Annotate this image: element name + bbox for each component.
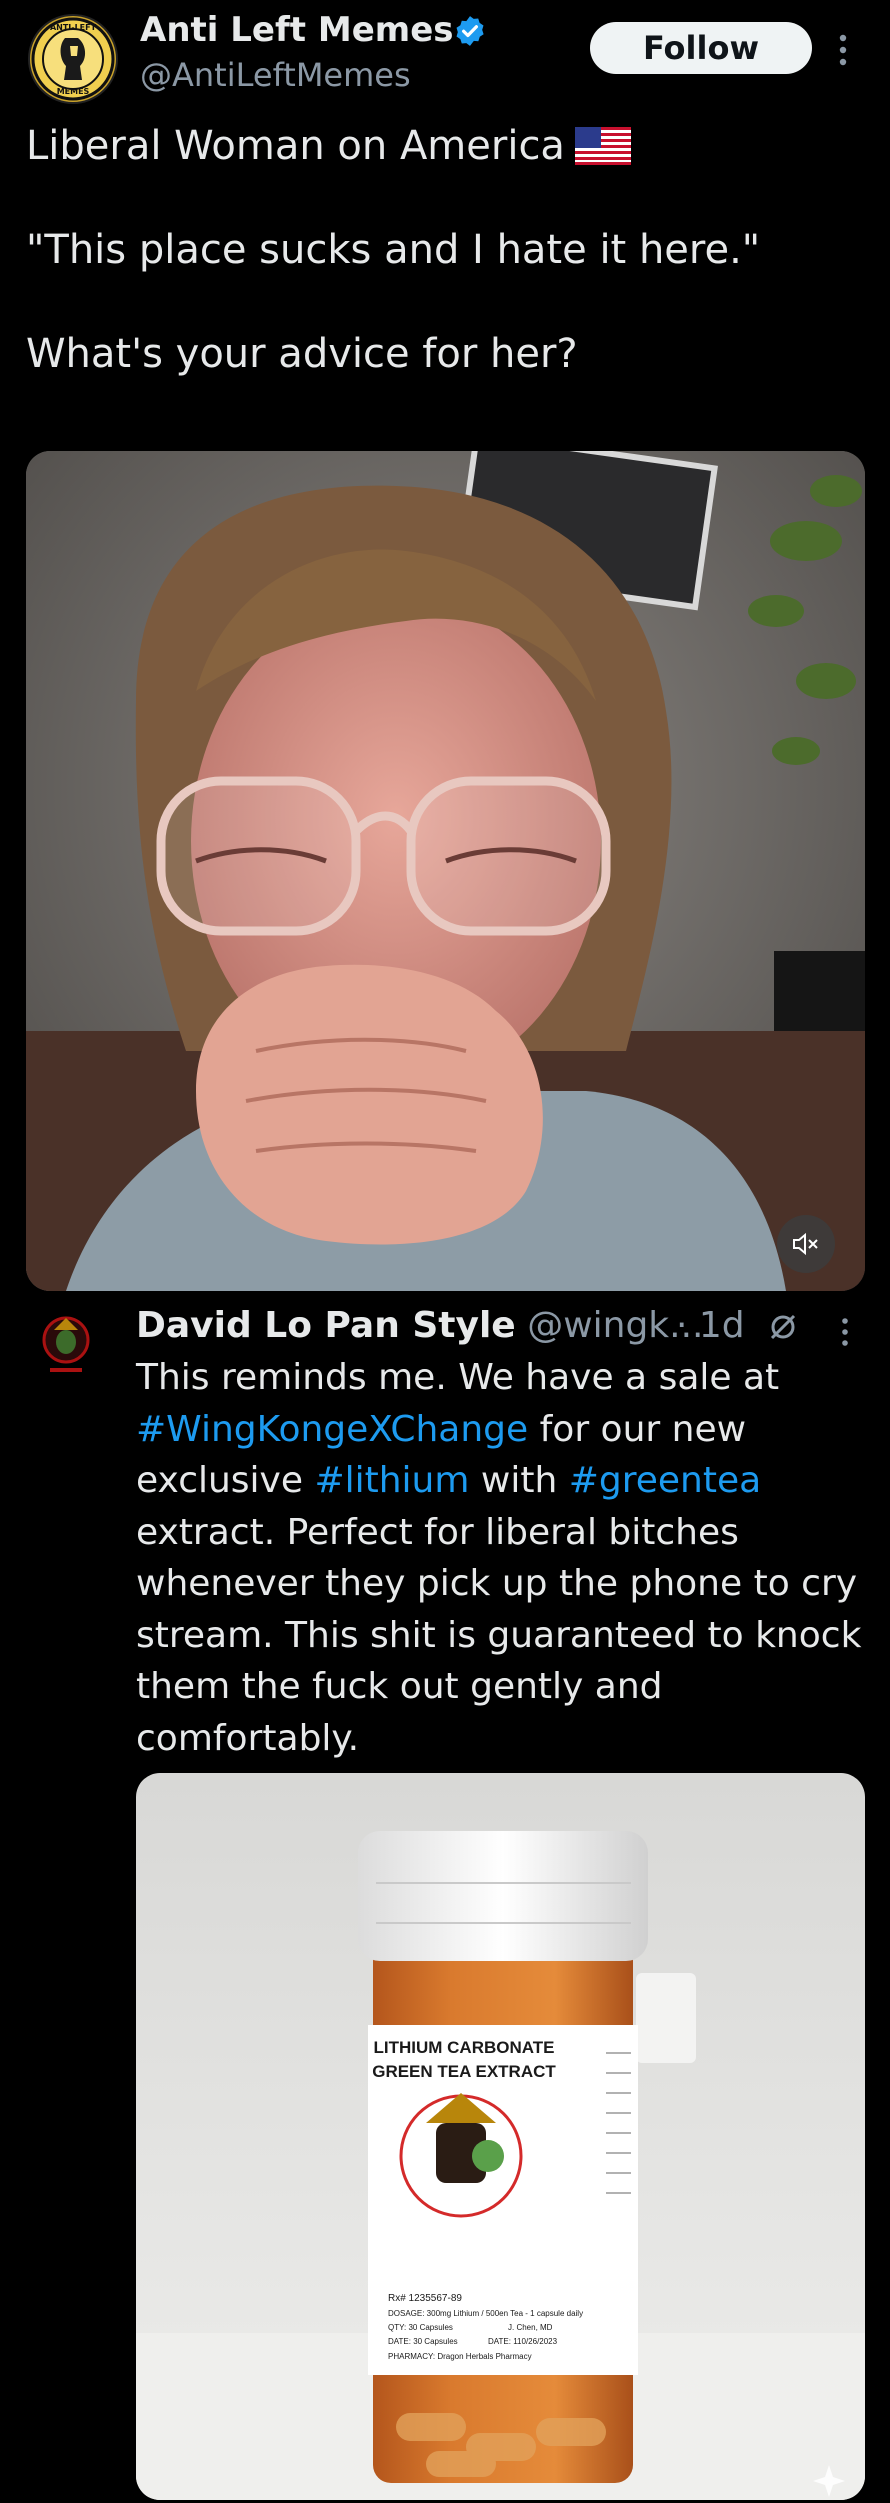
- reply-text-segment: exclusive: [136, 1460, 315, 1501]
- reply-text-segment: comfortably.: [136, 1717, 360, 1759]
- mute-toggle-button[interactable]: [777, 1215, 835, 1273]
- label-title-1: LITHIUM CARBONATE: [374, 2038, 555, 2057]
- more-options-icon[interactable]: [836, 30, 850, 70]
- reply-photo[interactable]: LITHIUM CARBONATE GREEN TEA EXTRACT Rx# …: [136, 1773, 865, 2500]
- tweet-video[interactable]: [26, 451, 865, 1291]
- author-handle[interactable]: @AntiLeftMemes: [140, 56, 411, 94]
- follow-button[interactable]: Follow: [590, 22, 812, 74]
- label-date-fill: DATE: 30 Capsules: [388, 2337, 458, 2346]
- reply-text-line: whenever they pick up the phone to cry: [136, 1558, 866, 1610]
- label-title-2: GREEN TEA EXTRACT: [372, 2062, 556, 2081]
- reply-text-line: extract. Perfect for liberal bitches: [136, 1507, 866, 1559]
- pill-bottle-illustration: LITHIUM CARBONATE GREEN TEA EXTRACT Rx# …: [136, 1831, 865, 2500]
- reply-text-segment: them the fuck out gently and: [136, 1666, 663, 1707]
- author-name[interactable]: Anti Left Memes: [140, 10, 454, 50]
- reply-timestamp[interactable]: · 1d: [676, 1305, 745, 1346]
- label-qty: QTY: 30 Capsules: [388, 2323, 453, 2332]
- tweet-line: What's your advice for her?: [26, 331, 578, 377]
- reply-avatar[interactable]: [36, 1308, 96, 1378]
- reply-author-name[interactable]: David Lo Pan Style: [136, 1305, 516, 1346]
- reply-text: This reminds me. We have a sale at #WingK…: [136, 1352, 866, 1764]
- label-date: DATE: 110/26/2023: [488, 2337, 558, 2346]
- reply-text-segment: with: [469, 1460, 569, 1501]
- reply-more-options-icon[interactable]: [840, 1316, 850, 1348]
- svg-text:MEMES: MEMES: [57, 87, 90, 96]
- hashtag-link[interactable]: #lithium: [314, 1460, 469, 1501]
- tweet-line: Liberal Woman on America: [26, 120, 866, 172]
- reply-header: David Lo Pan Style @wingk...: [136, 1305, 703, 1346]
- muted-speaker-icon: [793, 1232, 818, 1256]
- tweet-text: Liberal Woman on America "This place suc…: [26, 120, 866, 380]
- label-doctor: J. Chen, MD: [508, 2323, 553, 2332]
- label-rx: Rx# 1235567-89: [388, 2293, 462, 2304]
- reply-text-segment: extract. Perfect for liberal bitches: [136, 1511, 739, 1553]
- us-flag-icon: [574, 127, 631, 165]
- reply-text-line: them the fuck out gently and: [136, 1661, 866, 1713]
- svg-text:ANTI-LEFT: ANTI-LEFT: [50, 23, 97, 32]
- reply-text-segment: stream. This shit is guaranteed to knock: [136, 1614, 862, 1656]
- verified-badge-icon: [456, 16, 484, 46]
- reply-text-line: stream. This shit is guaranteed to knock: [136, 1610, 866, 1662]
- video-frame-illustration: [26, 451, 865, 1291]
- reply-text-line: comfortably.: [136, 1713, 866, 1765]
- label-pharmacy: PHARMACY: Dragon Herbals Pharmacy: [388, 2352, 532, 2361]
- avatar-logo-icon: ANTI-LEFT MEMES: [31, 17, 115, 101]
- hashtag-link[interactable]: #greentea: [569, 1460, 761, 1501]
- reply-text-line: This reminds me. We have a sale at: [136, 1352, 866, 1404]
- reply-text-line: exclusive #lithium with #greentea: [136, 1455, 866, 1507]
- reply-text-segment: whenever they pick up the phone to cry: [136, 1563, 858, 1604]
- label-dosage: DOSAGE: 300mg Lithium / 500en Tea - 1 ca…: [388, 2309, 583, 2318]
- hashtag-link[interactable]: #WingKongeXChange: [136, 1409, 528, 1450]
- tweet-page: ANTI-LEFT MEMES Anti Left Memes @AntiLef…: [0, 0, 890, 2503]
- author-avatar[interactable]: ANTI-LEFT MEMES: [28, 14, 118, 104]
- reply-text-line: #WingKongeXChange for our new: [136, 1404, 866, 1456]
- grok-icon[interactable]: [768, 1312, 798, 1342]
- reply-text-segment: for our new: [528, 1408, 747, 1450]
- reply-text-segment: This reminds me. We have a sale at: [136, 1357, 780, 1398]
- tweet-line: "This place sucks and I hate it here.": [26, 227, 761, 273]
